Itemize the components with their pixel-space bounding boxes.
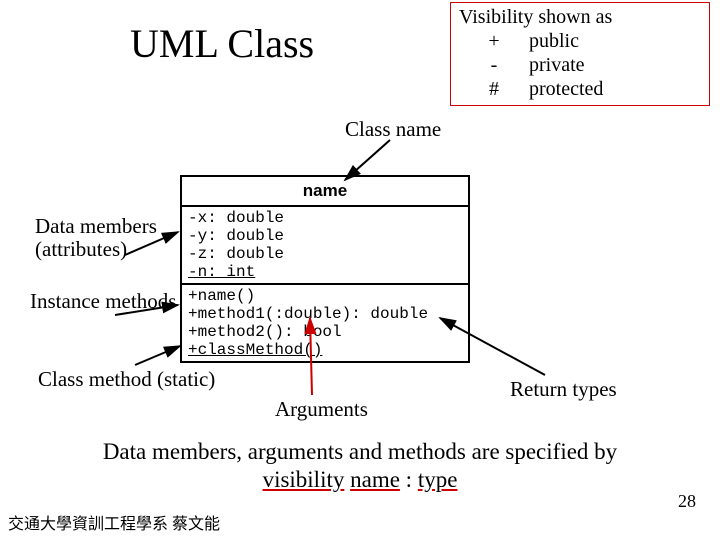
visibility-symbol: - <box>459 53 529 77</box>
uml-method: +method2(): bool <box>188 323 462 341</box>
visibility-row: + public <box>459 29 701 53</box>
uml-name-compartment: name <box>182 177 468 205</box>
visibility-heading: Visibility shown as <box>459 5 701 29</box>
visibility-row: - private <box>459 53 701 77</box>
uml-class-box: name -x: double -y: double -z: double -n… <box>180 175 470 363</box>
uml-method: +method1(:double): double <box>188 305 462 323</box>
text-type: type <box>418 467 458 492</box>
instance-methods-label: Instance methods <box>30 290 176 313</box>
text-visibility: visibility <box>263 467 345 492</box>
data-members-label: Data members (attributes) <box>35 215 157 261</box>
uml-attribute: -x: double <box>188 209 462 227</box>
uml-methods-compartment: +name() +method1(:double): double +metho… <box>182 283 468 361</box>
return-types-label: Return types <box>510 378 617 401</box>
visibility-legend: Visibility shown as + public - private #… <box>450 2 710 106</box>
visibility-meaning: protected <box>529 77 701 101</box>
text: Data members, arguments and methods are … <box>103 439 617 464</box>
slide-title: UML Class <box>130 20 314 67</box>
text: (attributes) <box>35 237 127 261</box>
slide-footer: 交通大學資訓工程學系 蔡文能 <box>8 510 220 534</box>
visibility-symbol: + <box>459 29 529 53</box>
uml-method: +name() <box>188 287 462 305</box>
uml-method-static: +classMethod() <box>188 341 462 359</box>
visibility-meaning: private <box>529 53 701 77</box>
visibility-meaning: public <box>529 29 701 53</box>
uml-attribute: -y: double <box>188 227 462 245</box>
class-method-label: Class method (static) <box>38 368 215 391</box>
uml-attribute: -z: double <box>188 245 462 263</box>
uml-attributes-compartment: -x: double -y: double -z: double -n: int <box>182 205 468 283</box>
arguments-label: Arguments <box>275 398 368 421</box>
specification-note: Data members, arguments and methods are … <box>60 438 660 493</box>
text: : <box>406 467 418 492</box>
visibility-symbol: # <box>459 77 529 101</box>
class-name-label: Class name <box>345 118 441 141</box>
visibility-row: # protected <box>459 77 701 101</box>
uml-attribute-static: -n: int <box>188 263 462 281</box>
text-name: name <box>350 467 400 492</box>
page-number: 28 <box>678 491 696 512</box>
text: Data members <box>35 214 157 238</box>
